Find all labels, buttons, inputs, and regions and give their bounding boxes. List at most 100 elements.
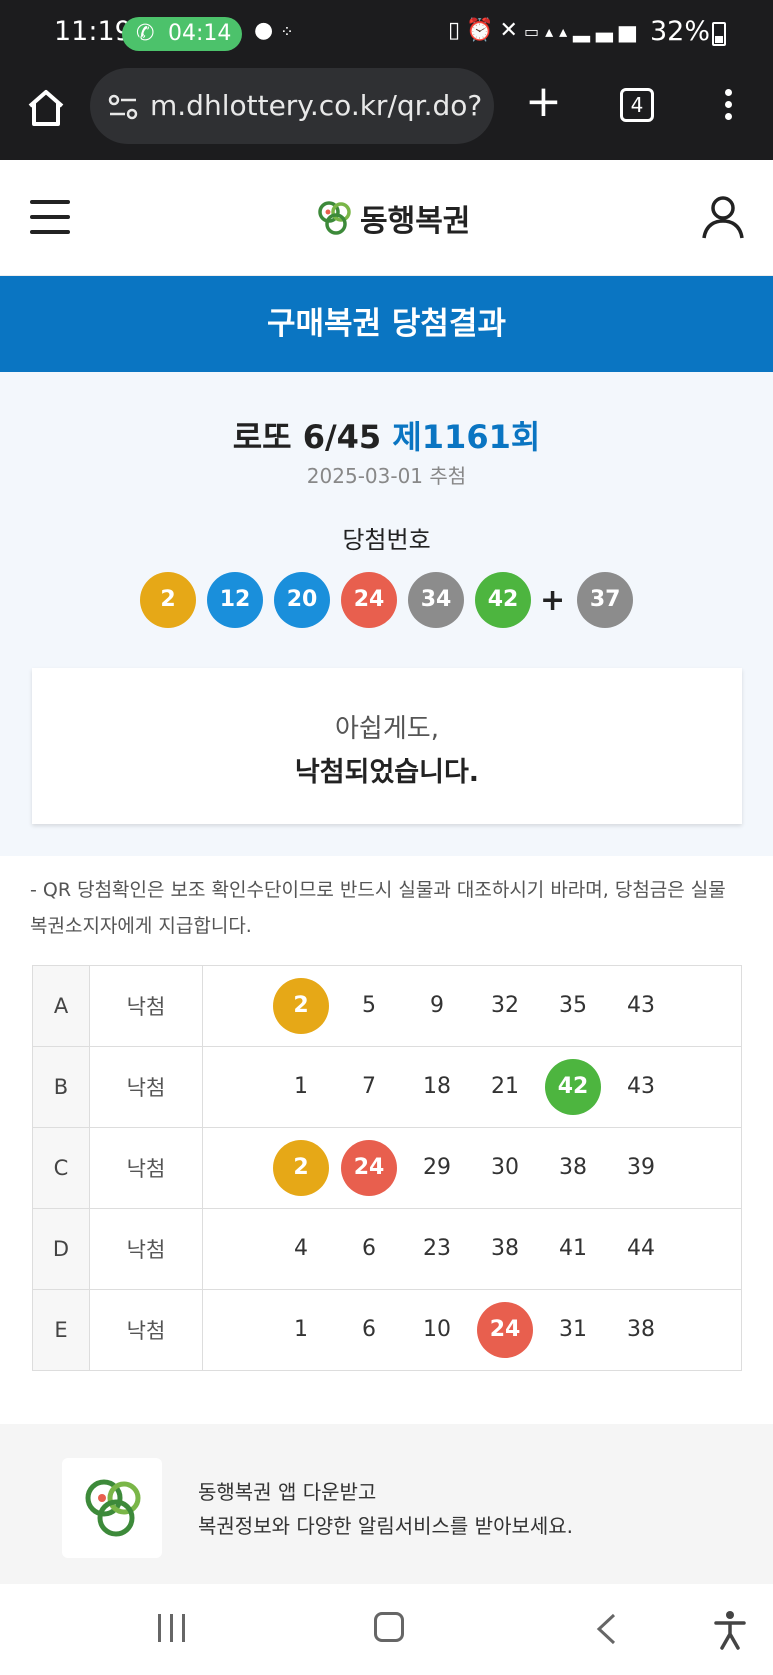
phone-icon: ✆	[136, 21, 155, 46]
winning-numbers-label: 당첨번호	[342, 526, 431, 554]
ticket-result: 낙첨	[89, 1208, 203, 1290]
recent-apps-button[interactable]	[158, 1614, 190, 1642]
ticket-number: 35	[559, 993, 587, 1018]
site-logo-text: 동행복권	[360, 204, 471, 239]
system-nav-bar	[0, 1584, 773, 1675]
ticket-number: 10	[423, 1317, 451, 1342]
winning-number-ball: 42	[475, 572, 531, 628]
browser-menu-button[interactable]	[718, 86, 738, 130]
ticket-numbers: 2 5 9 32 35 43	[202, 965, 742, 1047]
hd-icon: ▭	[523, 22, 546, 41]
ticket-number: 23	[423, 1236, 451, 1261]
result-message-card: 아쉽게도, 낙첨되었습니다.	[32, 668, 742, 824]
ticket-number: 43	[627, 1074, 655, 1099]
ticket-number: 5	[362, 993, 376, 1018]
ticket-row: E 낙첨 1 6 10 24 31 38	[32, 1289, 742, 1371]
call-timer-pill[interactable]: ✆ 04:14	[122, 17, 242, 51]
result-message-line2: 낙첨되었습니다.	[294, 757, 480, 788]
clover-logo-icon	[318, 201, 351, 235]
back-button[interactable]	[594, 1612, 618, 1646]
bonus-plus-sign: +	[540, 582, 566, 618]
matched-number-ball: 24	[477, 1302, 533, 1358]
result-message-line1: 아쉽게도,	[335, 714, 439, 744]
chat-bubble-icon: ●	[254, 18, 274, 43]
site-header: 동행복권	[0, 160, 773, 276]
draw-result-section: 로또 6/45 제1161회 2025-03-01 추첨 당첨번호 2 12 20 2…	[0, 372, 773, 856]
hamburger-icon	[30, 200, 70, 204]
matched-number-ball: 2	[273, 1140, 329, 1196]
browser-home-button[interactable]	[24, 86, 68, 130]
ticket-row: D 낙첨 4 6 23 38 41 44	[32, 1208, 742, 1290]
ticket-numbers: 2 24 29 30 38 39	[202, 1127, 742, 1209]
signal-bars-icon: ▂▃▅	[573, 18, 642, 43]
alarm-icon: ⏰	[466, 18, 500, 43]
ticket-number: 38	[627, 1317, 655, 1342]
ticket-row: B 낙첨 1 7 18 21 42 43	[32, 1046, 742, 1128]
ticket-row-label: C	[32, 1127, 90, 1209]
app-download-banner[interactable]: 동행복권 앱 다운받고 복권정보와 다양한 알림서비스를 받아보세요.	[0, 1424, 773, 1584]
winning-number-ball: 24	[341, 572, 397, 628]
tab-switcher-button[interactable]: 4	[620, 88, 654, 122]
ticket-result: 낙첨	[89, 1127, 203, 1209]
draw-round: 제1161회	[392, 418, 541, 456]
ticket-number: 6	[362, 1317, 376, 1342]
system-home-button[interactable]	[374, 1612, 404, 1642]
winning-number-ball: 20	[274, 572, 330, 628]
address-bar[interactable]: m.dhlottery.co.kr/qr.do?m	[90, 68, 494, 144]
ticket-table: A 낙첨 2 5 9 32 35 43 B 낙첨 1 7 18 21 42 43 C 낙첨 2 24 29 30 38 39 D…	[32, 965, 742, 1371]
new-tab-button[interactable]: +	[525, 80, 562, 124]
ticket-result: 낙첨	[89, 1289, 203, 1371]
ticket-number: 38	[491, 1236, 519, 1261]
app-logo[interactable]	[62, 1458, 162, 1558]
ticket-number: 41	[559, 1236, 587, 1261]
ticket-number: 21	[491, 1074, 519, 1099]
system-icons: ▯⏰✕▭▴▴▂▃▅	[448, 18, 642, 43]
site-settings-icon[interactable]	[106, 90, 140, 124]
ticket-number: 32	[491, 993, 519, 1018]
ticket-row-label: D	[32, 1208, 90, 1290]
notification-icons: ● ⁘	[254, 18, 294, 43]
url-text[interactable]: m.dhlottery.co.kr/qr.do?m	[150, 89, 482, 122]
ticket-number: 1	[294, 1317, 308, 1342]
more-vertical-icon	[724, 89, 732, 96]
home-icon	[28, 90, 64, 126]
battery-percent: 32%	[650, 16, 711, 47]
clover-logo-icon	[85, 1479, 141, 1537]
game-title: 로또 6/45 제1161회	[0, 412, 773, 458]
sim-icon: ▯	[448, 18, 467, 43]
winning-number-ball: 12	[207, 572, 263, 628]
matched-number-ball: 42	[545, 1059, 601, 1115]
ticket-number: 44	[627, 1236, 655, 1261]
winning-number-ball: 34	[408, 572, 464, 628]
user-icon[interactable]	[700, 194, 746, 240]
ticket-number: 43	[627, 993, 655, 1018]
ticket-row-label: E	[32, 1289, 90, 1371]
ticket-row: A 낙첨 2 5 9 32 35 43	[32, 965, 742, 1047]
ticket-result: 낙첨	[89, 1046, 203, 1128]
ticket-result: 낙첨	[89, 965, 203, 1047]
ticket-row-label: B	[32, 1046, 90, 1128]
status-bar: 11:19 ✆ 04:14 ● ⁘ ▯⏰✕▭▴▴▂▃▅ 32%	[0, 0, 773, 68]
ticket-row: C 낙첨 2 24 29 30 38 39	[32, 1127, 742, 1209]
winning-numbers: 2 12 20 24 34 42 +37	[140, 572, 640, 628]
menu-button[interactable]	[30, 200, 70, 234]
status-time: 11:19	[54, 16, 132, 47]
bonus-number-ball: 37	[577, 572, 634, 628]
accessibility-icon[interactable]	[712, 1610, 748, 1650]
ticket-number: 7	[362, 1074, 376, 1099]
draw-date: 2025-03-01 추첨	[306, 464, 467, 488]
matched-number-ball: 24	[341, 1140, 397, 1196]
battery-icon	[712, 22, 726, 46]
recent-apps-icon	[158, 1614, 161, 1642]
ticket-number: 31	[559, 1317, 587, 1342]
site-logo[interactable]: 동행복권	[316, 196, 470, 240]
winning-number-ball: 2	[140, 572, 196, 628]
matched-number-ball: 2	[273, 978, 329, 1034]
app-banner-line2: 복권정보와 다양한 알림서비스를 받아보세요.	[198, 1514, 574, 1538]
ticket-number: 18	[423, 1074, 451, 1099]
lte-signal-icon: ▴▴	[545, 22, 574, 41]
grid-icon: ⁘	[280, 22, 294, 41]
ticket-number: 9	[430, 993, 444, 1018]
qr-notice: - QR 당첨확인은 보조 확인수단이므로 반드시 실물과 대조하시기 바라며,…	[30, 879, 726, 937]
ticket-number: 1	[294, 1074, 308, 1099]
